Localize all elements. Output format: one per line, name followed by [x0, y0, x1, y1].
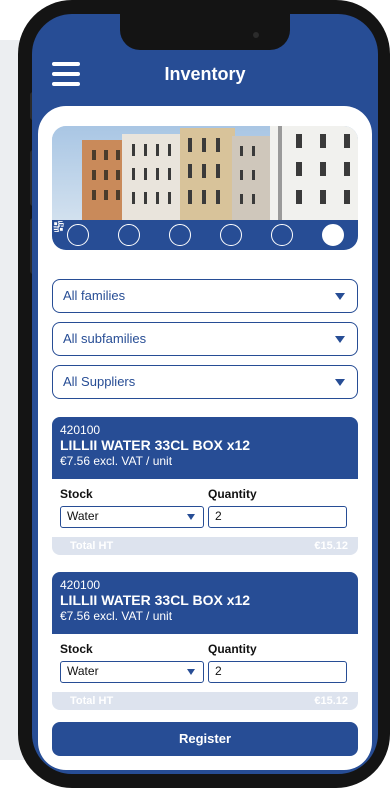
tab-bar — [52, 220, 358, 250]
content-card: All families All subfamilies All Supplie… — [38, 106, 372, 770]
chevron-down-icon — [335, 293, 345, 300]
total-bar: Total HT €15.12 — [52, 537, 358, 555]
item-code: 420100 — [60, 578, 101, 592]
total-value: €15.12 — [314, 540, 348, 552]
app-screen: Inventory All families All subfamilies A… — [32, 14, 378, 774]
inventory-item-card: 420100 LILLII WATER 33CL BOX x12 €7.56 e… — [52, 417, 358, 555]
building-banner-image — [52, 126, 358, 250]
camera-icon — [253, 32, 259, 38]
total-bar: Total HT €15.12 — [52, 692, 358, 710]
chevron-down-icon — [187, 669, 195, 675]
stock-value: Water — [67, 509, 99, 523]
tab-home[interactable] — [53, 220, 89, 246]
stock-label: Stock — [60, 487, 93, 501]
tab-clipboard[interactable] — [53, 220, 140, 246]
item-name: LILLII WATER 33CL BOX x12 — [60, 592, 251, 608]
chevron-down-icon — [335, 379, 345, 386]
quantity-input[interactable]: 2 — [208, 661, 347, 683]
item-price: €7.56 excl. VAT / unit — [60, 609, 173, 623]
register-button[interactable]: Register — [52, 722, 358, 756]
stock-value: Water — [67, 664, 99, 678]
tab-maintenance[interactable] — [53, 221, 242, 246]
page-title: Inventory — [164, 64, 246, 84]
item-name: LILLII WATER 33CL BOX x12 — [60, 437, 251, 453]
item-code: 420100 — [60, 423, 101, 437]
chevron-down-icon — [187, 514, 195, 520]
item-header: 420100 LILLII WATER 33CL BOX x12 €7.56 e… — [52, 572, 358, 634]
total-label: Total HT — [70, 695, 114, 707]
chevron-down-icon — [335, 336, 345, 343]
item-header: 420100 LILLII WATER 33CL BOX x12 €7.56 e… — [52, 417, 358, 479]
supplier-filter-select[interactable]: All Suppliers — [52, 365, 358, 399]
total-value: €15.12 — [314, 695, 348, 707]
tab-tools[interactable] — [53, 221, 191, 246]
quantity-input[interactable]: 2 — [208, 506, 347, 528]
phone-notch — [120, 14, 290, 50]
quantity-label: Quantity — [208, 487, 257, 501]
tab-inventory[interactable] — [53, 221, 344, 246]
stock-select[interactable]: Water — [60, 506, 204, 528]
supplier-filter-value: All Suppliers — [63, 374, 136, 389]
family-filter-value: All families — [63, 288, 126, 303]
total-label: Total HT — [70, 540, 114, 552]
tab-cart[interactable] — [53, 221, 293, 246]
stock-select[interactable]: Water — [60, 661, 204, 683]
quantity-label: Quantity — [208, 642, 257, 656]
item-price: €7.56 excl. VAT / unit — [60, 454, 173, 468]
stock-label: Stock — [60, 642, 93, 656]
subfamily-filter-value: All subfamilies — [63, 331, 147, 346]
subfamily-filter-select[interactable]: All subfamilies — [52, 322, 358, 356]
inventory-item-card: 420100 LILLII WATER 33CL BOX x12 €7.56 e… — [52, 572, 358, 710]
barcode-icon — [53, 221, 64, 232]
family-filter-select[interactable]: All families — [52, 279, 358, 313]
